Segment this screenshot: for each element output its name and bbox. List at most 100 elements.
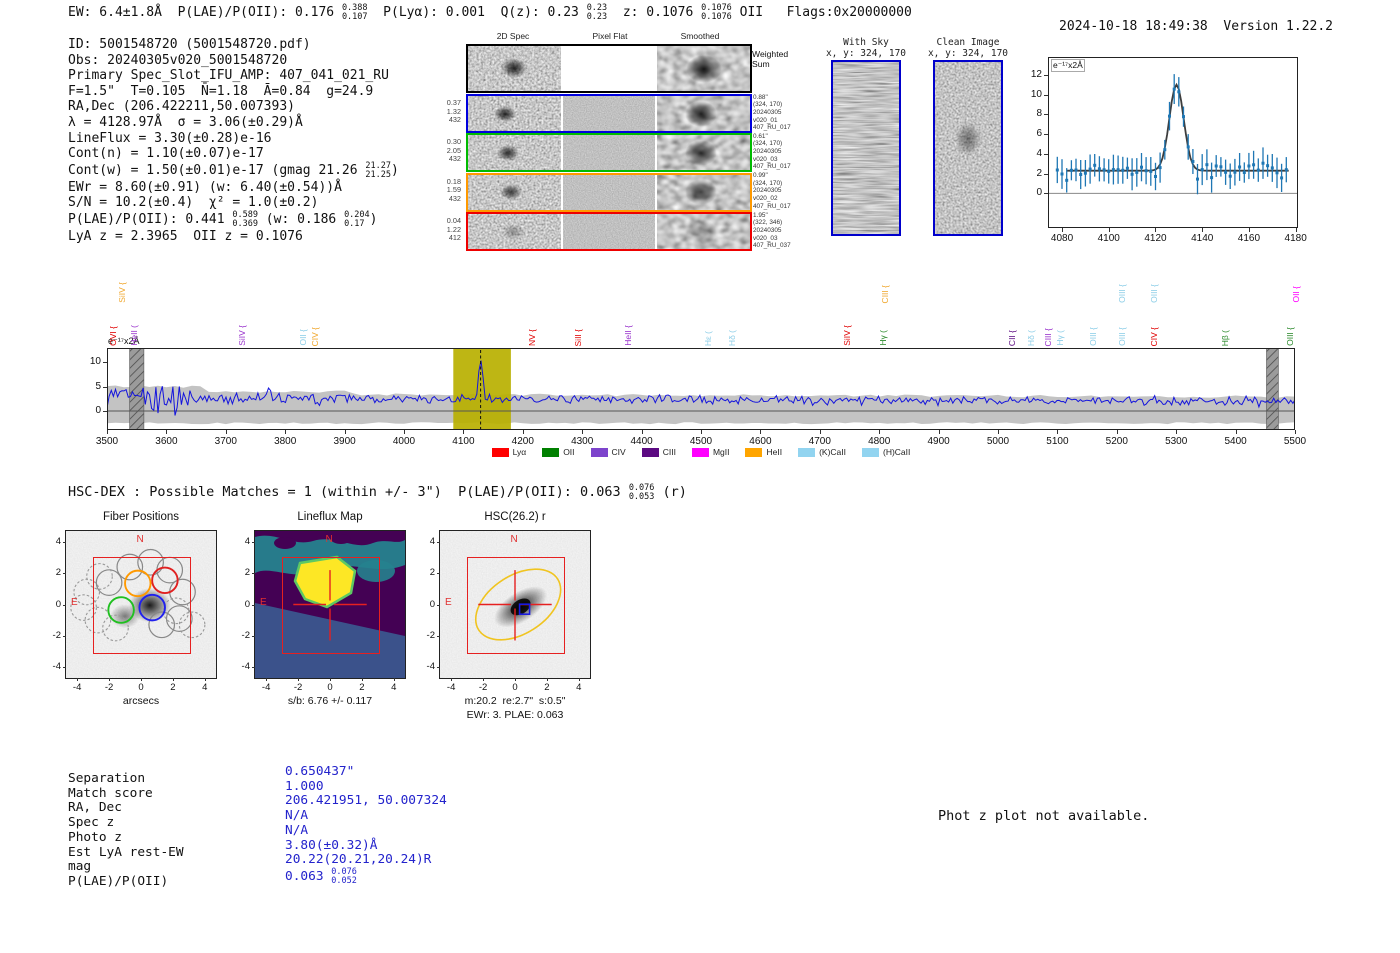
inset-ytick-mark [1044, 153, 1048, 155]
row-2d-panel [468, 96, 561, 131]
cutout-ytick-label: 2 [429, 567, 435, 579]
text-segment: Cont(w) = 1.50(±0.01)e-17 (gmag 21.26 [68, 162, 366, 178]
text-segment: HSC-DEX : Possible Matches = 1 (within +… [68, 484, 629, 500]
cutout-xtick-mark [451, 678, 453, 681]
inset-xtick-label: 4160 [1237, 233, 1261, 244]
text-segment: 0.063 [285, 868, 332, 884]
legend-label: (H)CaII [882, 447, 911, 457]
text-segment: S/N = 10.2(±0.4) χ² = 1.0(±0.2) [68, 195, 319, 211]
inset-ytick-mark [1044, 193, 1048, 195]
cutout-xtick-label: 4 [202, 682, 208, 693]
sky-panel-title: Clean Image x, y: 324, 170 [927, 37, 1009, 59]
legend-item: OII [542, 447, 575, 457]
spectrum-xtick-label: 5400 [1224, 436, 1247, 447]
text-segment: 206.421951, 50.007324 [285, 793, 447, 809]
spectrum-ytick-label: 5 [95, 380, 101, 392]
spectrum-xtick-label: 3700 [214, 436, 237, 447]
exposure-row [466, 172, 752, 212]
info-line: Cont(n) = 1.10(±0.07)e-17 [68, 146, 399, 162]
spectrum-xtick-label: 5000 [986, 436, 1010, 447]
row-flat-panel [562, 96, 656, 131]
emission-line-label: CIV { [310, 326, 321, 346]
inset-xtick-mark [1202, 228, 1204, 232]
inset-xtick-mark [1155, 228, 1157, 232]
cutout-ytick-mark [437, 635, 440, 637]
line-label-band: OVI {HeII (SiIV {OII {CIV {NV {SiII {HeI… [107, 258, 1301, 346]
emission-line-label: Hδ ( [1026, 329, 1037, 346]
inset-xtick-label: 4140 [1191, 233, 1214, 244]
legend-label: CIV [611, 447, 626, 457]
emission-line-label: OIII { [1117, 284, 1128, 303]
detection-info-block: ID: 5001548720 (5001548720.pdf) Obs: 2024… [68, 37, 399, 245]
cutout-ytick-label: -4 [241, 661, 250, 673]
cutout-ytick-mark [63, 604, 66, 606]
spectrum-xtick-mark [938, 430, 940, 434]
spectrum-xtick-label: 4700 [808, 436, 831, 447]
cutout-ytick-mark [252, 541, 255, 543]
cutout-title: Fiber Positions [102, 511, 180, 523]
row-2d-panel [468, 214, 561, 249]
cutout-ytick-label: 4 [55, 535, 61, 547]
sky-panel-title: With Sky x, y: 324, 170 [825, 37, 907, 59]
match-table-labels: Separation Match score RA, Dec Spec z Photo … [68, 771, 184, 890]
row-annotation: 0.61" (324, 170) 20240305 v020_03 407_RU… [753, 132, 791, 171]
weighted-2d-panel [468, 46, 561, 91]
noise-image [562, 214, 656, 249]
cutout-ytick-label: -4 [52, 661, 61, 673]
exposure-row [466, 133, 752, 172]
inset-xtick-mark [1295, 228, 1297, 232]
spectrum-legend: Lyα OII CIV CIII MgII HeII (K)CaII (H)CaII [107, 447, 1295, 457]
cutout-xlabel: m:20.2 re:2.7" s:0.5" [464, 695, 566, 707]
text-segment: 1.000 [285, 778, 324, 794]
inset-ytick-label: 10 [1030, 88, 1042, 100]
noise-image [562, 174, 656, 210]
info-line: Primary Spec_Slot_IFU_AMP: 407_041_021_R… [68, 68, 399, 84]
spectrum-xtick-mark [582, 430, 584, 434]
text-segment: ) [369, 211, 378, 227]
cutout-ytick-mark [437, 667, 440, 669]
cutout-xtick-label: 2 [544, 682, 550, 693]
spectrum-xtick-mark [641, 430, 643, 434]
spectrum-xtick-mark [1235, 430, 1237, 434]
inset-xtick-mark [1108, 228, 1110, 232]
cutout-plot-box: NE [65, 530, 217, 679]
match-table-label: Est LyA rest-EW [68, 844, 184, 860]
cutout-xlabel: arcsecs [122, 695, 160, 707]
spectrum-xtick-mark [285, 430, 287, 434]
noise-image [657, 174, 751, 210]
cutout-ytick-mark [252, 667, 255, 669]
emission-line-label: OIII { [1149, 284, 1160, 303]
spectrum-xtick-mark [1116, 430, 1118, 434]
text-segment: Primary Spec_Slot_IFU_AMP: 407_041_021_R… [68, 68, 389, 84]
cutout-ytick-label: 2 [244, 567, 250, 579]
spectrum-xtick-mark [225, 430, 227, 434]
legend-swatch [641, 447, 659, 457]
spectrum-xtick-label: 5500 [1283, 436, 1307, 447]
text-segment: N/A [285, 822, 309, 838]
legend-label: Lyα [512, 447, 527, 457]
emission-line-label: OII { [1291, 286, 1302, 303]
match-table-label: Photo z [68, 829, 122, 845]
inset-ytick-label: 4 [1036, 147, 1042, 159]
info-line: LineFlux = 3.30(±0.28)e-16 [68, 131, 399, 147]
cutout-plot-box: NE [439, 530, 591, 679]
spectrum-xtick-mark [760, 430, 762, 434]
info-line: ID: 5001548720 (5001548720.pdf) [68, 37, 399, 53]
emission-line-label: CIII { [880, 284, 891, 303]
match-table-value: 1.000 [285, 778, 447, 795]
elixer-detection-report: EW: 6.4±1.8Å P(LAE)/P(OII): 0.176 0.388 0… [0, 0, 1400, 953]
emission-line-label: Hγ ( [1054, 330, 1065, 346]
exposure-row [466, 94, 752, 133]
match-table-value: 0.650437" [285, 764, 447, 780]
emission-line-label: OIII { [1088, 327, 1099, 346]
spectrum-xtick-mark [404, 430, 405, 434]
spectrum-xtick-label: 4200 [511, 436, 534, 447]
noise-image [657, 96, 751, 131]
stacked-uncertainty: 0.204 0.17 [344, 209, 370, 229]
cutout-ytick-mark [437, 604, 440, 606]
match-table-value: N/A [285, 822, 447, 839]
spectrum-xtick-mark [1176, 430, 1178, 434]
inset-ylabel: e⁻¹⁷x2Å [1051, 59, 1085, 72]
legend-swatch [542, 447, 560, 457]
